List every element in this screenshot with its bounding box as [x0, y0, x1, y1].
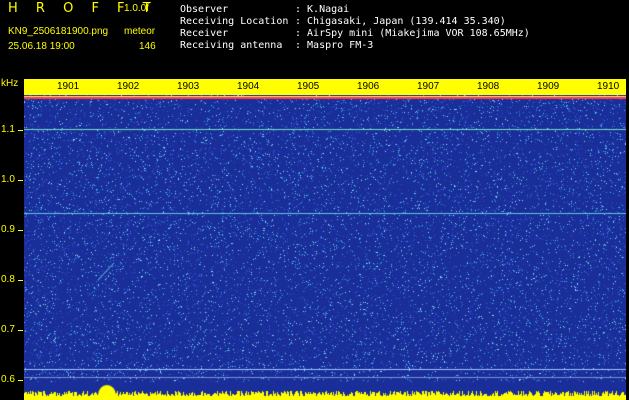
time-tick-label: 1903 — [177, 81, 200, 92]
time-tick-label: 1905 — [297, 81, 320, 92]
freq-tick-mark — [18, 130, 23, 131]
freq-tick-mark — [18, 330, 23, 331]
time-axis-bar — [24, 79, 626, 95]
freq-tick-label: 1.0 — [1, 174, 15, 185]
freq-tick-mark — [18, 180, 23, 181]
info-observer: Observer: K.Nagai — [180, 4, 350, 15]
time-tick-label: 1904 — [237, 81, 260, 92]
time-tick-label: 1906 — [357, 81, 380, 92]
info-receiver: Receiver: AirSpy mini (Miakejima VOR 108… — [180, 28, 530, 39]
date-time: 25.06.18 19:00 — [8, 41, 75, 52]
time-tick-label: 1902 — [117, 81, 140, 92]
freq-tick-label: 0.6 — [1, 374, 15, 385]
freq-tick-mark — [18, 280, 23, 281]
time-tick-label: 1907 — [417, 81, 440, 92]
header-panel: H R O F F T 1.0.0f KN9_2506181900.png me… — [0, 0, 629, 78]
freq-tick-label: 0.7 — [1, 324, 15, 335]
freq-tick-label: 1.1 — [1, 124, 15, 135]
mode-label: meteor — [124, 26, 156, 37]
time-tick-label: 1909 — [537, 81, 560, 92]
info-location: Receiving Location: Chigasaki, Japan (13… — [180, 16, 506, 27]
info-antenna: Receiving antenna: Maspro FM-3 — [180, 40, 374, 51]
freq-tick-label: 0.8 — [1, 274, 15, 285]
count-value: 146 — [139, 41, 156, 52]
freq-tick-mark — [18, 230, 23, 231]
spectrogram — [24, 95, 626, 400]
freq-tick-mark — [18, 380, 23, 381]
time-tick-label: 1908 — [477, 81, 500, 92]
version-label: 1.0.0f — [124, 3, 150, 14]
time-tick-label: 1901 — [57, 81, 80, 92]
time-tick-label: 1910 — [597, 81, 620, 92]
frequency-unit: kHz — [1, 78, 19, 89]
freq-tick-label: 0.9 — [1, 224, 15, 235]
file-name: KN9_2506181900.png — [8, 26, 109, 37]
